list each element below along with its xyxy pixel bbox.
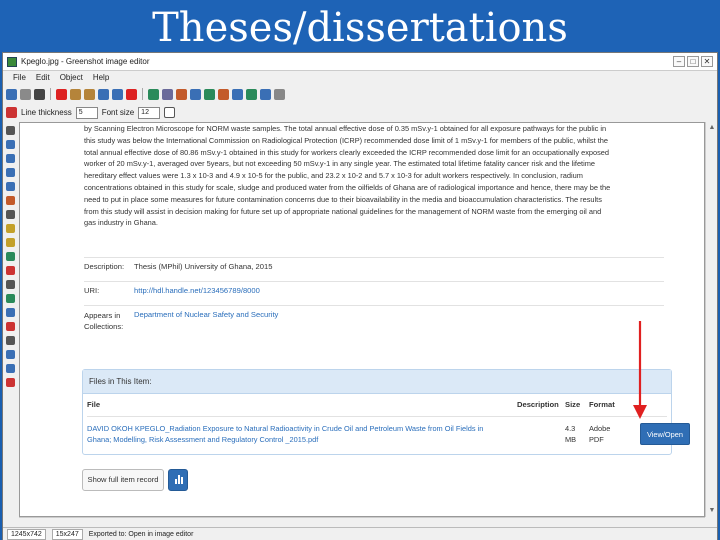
close-button[interactable]: ✕ <box>701 56 713 67</box>
image-canvas[interactable]: by Scanning Electron Microscope for NORM… <box>19 122 705 517</box>
text-tool-icon[interactable] <box>5 210 15 219</box>
shadow-tool-icon[interactable] <box>5 350 15 359</box>
window-controls: – □ ✕ <box>673 56 713 67</box>
line-thickness-label: Line thickness <box>21 108 72 117</box>
scroll-down-icon[interactable]: ▼ <box>708 507 716 515</box>
excel-icon[interactable] <box>204 88 215 100</box>
confirm-check-icon[interactable] <box>164 107 176 118</box>
save-icon[interactable] <box>6 88 17 100</box>
cut-icon[interactable] <box>56 88 67 100</box>
redo-icon[interactable] <box>112 88 123 100</box>
menubar: File Edit Object Help <box>3 72 717 84</box>
toolbar-separator <box>142 88 143 100</box>
maximize-button[interactable]: □ <box>687 56 699 67</box>
status-message: Exported to: Open in image editor <box>88 531 194 538</box>
menu-object[interactable]: Object <box>60 72 83 84</box>
highlight-tool-icon[interactable] <box>5 238 15 247</box>
line-color-icon[interactable] <box>6 107 17 118</box>
obfuscate-tool-icon[interactable] <box>5 252 15 261</box>
delete-icon[interactable] <box>126 88 137 100</box>
line-thickness-input[interactable]: 5 <box>75 106 98 119</box>
line-tool-icon[interactable] <box>5 168 15 177</box>
settings-icon[interactable] <box>274 88 285 100</box>
clipboard-icon[interactable] <box>20 88 31 100</box>
font-size-input[interactable]: 12 <box>138 106 161 119</box>
upload-icon[interactable] <box>190 88 201 100</box>
properties-toolbar: Line thickness 5 Font size 12 <box>3 104 717 121</box>
bring-front-icon[interactable] <box>148 88 159 100</box>
rectangle-tool-icon[interactable] <box>5 140 15 149</box>
word-icon[interactable] <box>232 88 243 100</box>
resize-tool-icon[interactable] <box>5 308 15 317</box>
freehand-tool-icon[interactable] <box>5 196 15 205</box>
plugin-icon[interactable] <box>246 88 257 100</box>
pdf-export-icon[interactable] <box>176 88 187 100</box>
undo-icon[interactable] <box>98 88 109 100</box>
minimize-button[interactable]: – <box>673 56 685 67</box>
slide-title: Theses/dissertations <box>0 0 720 52</box>
email-icon[interactable] <box>260 88 271 100</box>
window-titlebar: Kpeglo.jpg - Greenshot image editor – □ … <box>3 53 717 71</box>
send-back-icon[interactable] <box>162 88 173 100</box>
status-dimensions: 1245x742 <box>7 529 46 540</box>
counter-tool-icon[interactable] <box>5 266 15 275</box>
main-toolbar <box>3 85 717 103</box>
border-tool-icon[interactable] <box>5 336 15 345</box>
speechbubble-tool-icon[interactable] <box>5 224 15 233</box>
status-selection-size: 15x247 <box>51 529 83 540</box>
powerpoint-icon[interactable] <box>218 88 229 100</box>
menu-edit[interactable]: Edit <box>36 72 50 84</box>
greenshot-app-icon <box>7 57 17 67</box>
greenshot-editor-window: Kpeglo.jpg - Greenshot image editor – □ … <box>2 52 718 540</box>
toolbar-separator <box>50 88 51 100</box>
ellipse-tool-icon[interactable] <box>5 154 15 163</box>
menu-help[interactable]: Help <box>93 72 109 84</box>
menu-file[interactable]: File <box>13 72 26 84</box>
scroll-up-icon[interactable]: ▲ <box>708 124 716 132</box>
vertical-scrollbar[interactable]: ▲ ▼ <box>705 122 717 517</box>
cursor-tool-icon[interactable] <box>5 126 15 135</box>
horizontal-scrollbar[interactable] <box>19 517 705 527</box>
print-icon[interactable] <box>34 88 45 100</box>
arrow-head <box>633 405 647 419</box>
red-arrow-annotation <box>633 321 647 419</box>
paste-icon[interactable] <box>84 88 95 100</box>
torn-edge-tool-icon[interactable] <box>5 364 15 373</box>
crop-tool-icon[interactable] <box>5 280 15 289</box>
drawing-tools-panel <box>3 122 17 517</box>
font-size-label: Font size <box>101 108 135 117</box>
copy-icon[interactable] <box>70 88 81 100</box>
grayscale-tool-icon[interactable] <box>5 378 15 387</box>
image-tool-icon[interactable] <box>5 294 15 303</box>
rotate-tool-icon[interactable] <box>5 322 15 331</box>
window-title: Kpeglo.jpg - Greenshot image editor <box>21 57 150 66</box>
statusbar: 1245x742 15x247 Exported to: Open in ima… <box>3 527 717 540</box>
arrow-tool-icon[interactable] <box>5 182 15 191</box>
